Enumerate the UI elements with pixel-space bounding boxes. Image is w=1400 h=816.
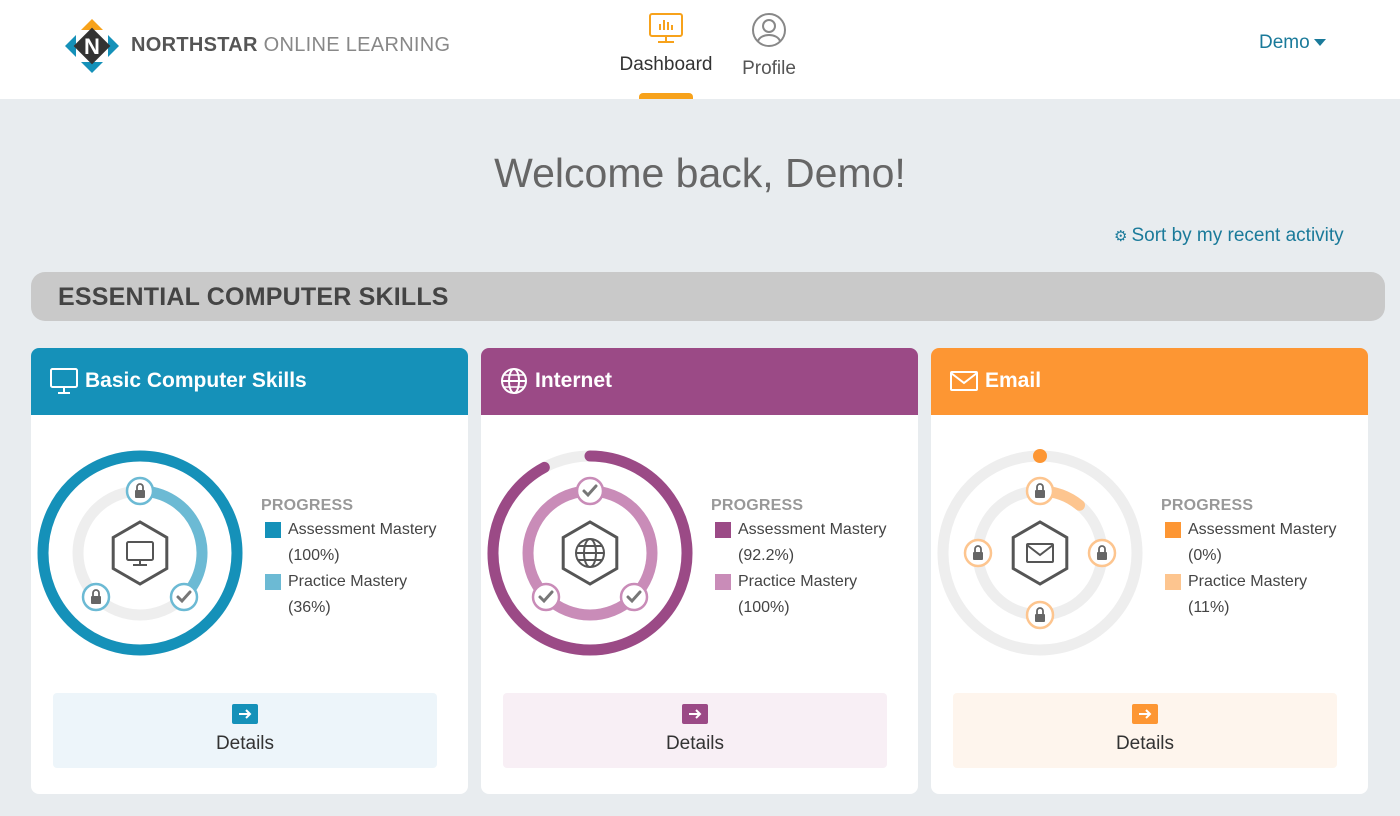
module-card-email: Email PROGRESS Assessment Mastery (0%) P… [931,348,1368,794]
practice-mastery-value: (11%) [1188,599,1230,616]
brand-bold: NORTHSTAR [131,34,258,56]
assessment-mastery-label: Assessment Mastery [261,517,436,543]
arrow-right-icon [1132,704,1158,724]
card-header[interactable]: Internet [481,348,918,415]
progress-legend: PROGRESS Assessment Mastery (0%) Practic… [1161,497,1336,621]
section-header: ESSENTIAL COMPUTER SKILLS [31,272,1385,321]
northstar-logo-icon[interactable]: N [64,18,120,74]
globe-icon [501,368,527,394]
assessment-mastery-value: (92.2%) [738,547,795,564]
section-title: ESSENTIAL COMPUTER SKILLS [58,283,449,311]
assessment-start-dot [1033,449,1047,463]
user-menu-label: Demo [1259,32,1310,53]
assessment-mastery-label: Assessment Mastery [1161,517,1336,543]
milestone-right-lock-icon[interactable] [1087,538,1117,568]
card-title: Internet [535,369,613,392]
milestone-left-lock-icon[interactable] [963,538,993,568]
assessment-mastery-value: (100%) [288,547,340,564]
practice-mastery-value: (36%) [288,599,331,616]
practice-mastery-label: Practice Mastery [1161,569,1336,595]
progress-ring [37,450,243,656]
milestone-lower-left-check-icon[interactable] [531,582,561,612]
practice-mastery-label: Practice Mastery [261,569,436,595]
assessment-swatch [265,522,281,538]
brand-light: ONLINE LEARNING [263,34,451,56]
caret-down-icon [1313,39,1326,47]
gear-icon: ⚙ [1114,228,1128,245]
arrow-right-icon [682,704,708,724]
welcome-heading: Welcome back, Demo! [494,150,906,196]
milestone-lower-right-check-icon[interactable] [169,582,199,612]
practice-swatch [265,574,281,590]
user-circle-icon [752,13,786,47]
arrow-right-icon [232,704,258,724]
practice-swatch [1165,574,1181,590]
progress-ring [937,449,1143,656]
monitor-icon [50,368,78,394]
practice-swatch [715,574,731,590]
practice-mastery-value: (100%) [738,599,790,616]
card-title: Email [985,369,1042,392]
module-hexagon-badge [111,520,169,586]
logo-letter: N [84,34,100,59]
details-label: Details [215,733,275,754]
details-label: Details [665,733,725,754]
details-button[interactable]: Details [503,693,887,768]
details-button[interactable]: Details [953,693,1337,768]
card-header[interactable]: Basic Computer Skills [31,348,468,415]
module-card-basic-computer-skills: Basic Computer Skills PROGRESS Assessmen… [31,348,468,794]
progress-label: PROGRESS [1161,497,1254,514]
practice-mastery-label: Practice Mastery [711,569,886,595]
user-menu-dropdown[interactable]: Demo [1259,32,1326,54]
milestone-lower-right-check-icon[interactable] [619,582,649,612]
brand-name[interactable]: NORTHSTAR ONLINE LEARNING [131,34,450,57]
assessment-mastery-value: (0%) [1188,547,1222,564]
assessment-mastery-label: Assessment Mastery [711,517,886,543]
progress-label: PROGRESS [711,497,804,514]
nav-dashboard[interactable]: Dashboard [606,12,726,76]
module-card-internet: Internet PROGRESS Assessment Mastery (92… [481,348,918,794]
assessment-swatch [715,522,731,538]
card-header[interactable]: Email [931,348,1368,415]
assessment-swatch [1165,522,1181,538]
details-label: Details [1115,733,1175,754]
progress-legend: PROGRESS Assessment Mastery (92.2%) Prac… [711,497,886,621]
top-navigation-bar: N NORTHSTAR ONLINE LEARNING Dashboard Pr… [0,0,1400,99]
dashboard-monitor-icon [649,13,683,43]
envelope-icon [950,371,978,391]
progress-ring [487,450,693,656]
module-hexagon-badge [1011,520,1069,586]
milestone-top-check-icon[interactable] [575,476,605,506]
active-tab-indicator [639,93,693,99]
details-button[interactable]: Details [53,693,437,768]
milestone-top-lock-icon[interactable] [1025,476,1055,506]
milestone-top-lock-icon[interactable] [125,476,155,506]
milestone-lower-left-lock-icon[interactable] [81,582,111,612]
sort-by-recent-activity-link[interactable]: ⚙ Sort by my recent activity [1114,225,1344,247]
nav-profile[interactable]: Profile [730,12,808,80]
nav-dashboard-label: Dashboard [619,54,713,75]
progress-label: PROGRESS [261,497,354,514]
milestone-bottom-lock-icon[interactable] [1025,600,1055,630]
card-title: Basic Computer Skills [85,369,307,392]
nav-profile-label: Profile [742,58,796,79]
progress-legend: PROGRESS Assessment Mastery (100%) Pract… [261,497,436,621]
sort-link-label: Sort by my recent activity [1131,225,1344,246]
